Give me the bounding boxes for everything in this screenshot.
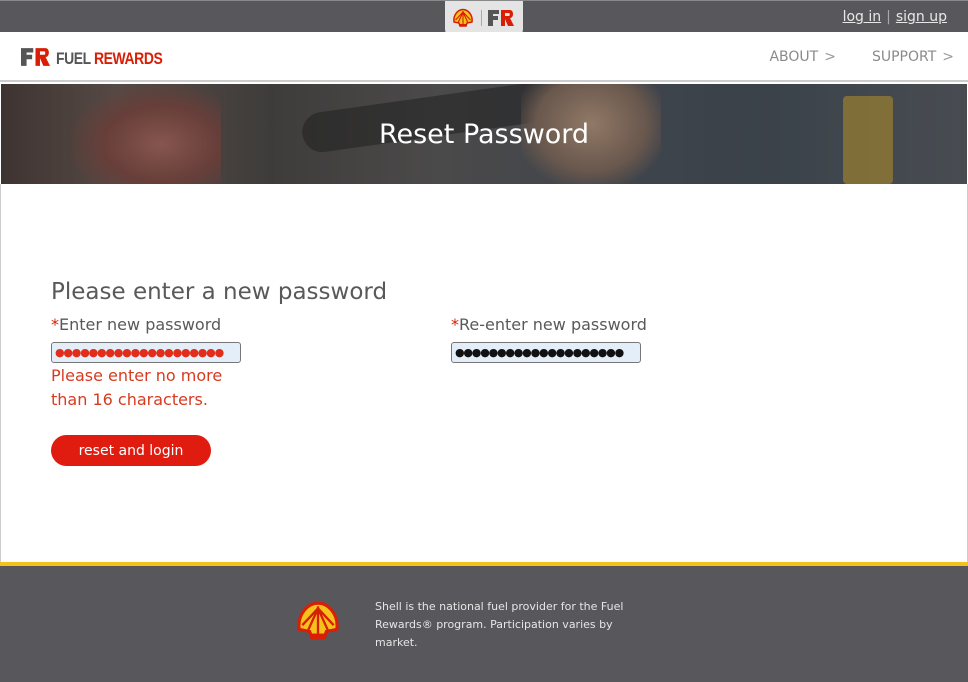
top-bar: log in | sign up	[0, 0, 968, 39]
shell-logo-icon	[295, 600, 341, 646]
chevron-right-icon: >	[824, 49, 836, 65]
confirm-password-label: *Re-enter new password	[451, 315, 647, 334]
required-marker: *	[451, 315, 459, 334]
new-password-input[interactable]: ●●●●●●●●●●●●●●●●●●●●	[51, 342, 241, 363]
footer: Shell is the national fuel provider for …	[0, 566, 968, 682]
nav-support[interactable]: SUPPORT >	[872, 49, 954, 65]
confirm-password-label-text: Re-enter new password	[459, 315, 647, 334]
account-links: log in | sign up	[843, 9, 947, 25]
link-separator: |	[886, 9, 891, 25]
form-title: Please enter a new password	[51, 279, 388, 305]
logo-rewards-text: REWARDS	[93, 49, 163, 68]
signup-link[interactable]: sign up	[896, 9, 947, 25]
page-title: Reset Password	[378, 119, 590, 150]
nav-links: ABOUT > SUPPORT >	[769, 49, 954, 65]
chevron-right-icon: >	[942, 49, 954, 65]
reset-and-login-button[interactable]: reset and login	[51, 435, 211, 466]
confirm-password-input[interactable]: ●●●●●●●●●●●●●●●●●●●●	[451, 342, 641, 363]
login-link[interactable]: log in	[843, 9, 882, 25]
nav-about-label: ABOUT	[769, 49, 819, 65]
new-password-label: *Enter new password	[51, 315, 221, 334]
main-nav: FUEL REWARDS ABOUT > SUPPORT >	[0, 32, 968, 82]
required-marker: *	[51, 315, 59, 334]
new-password-label-text: Enter new password	[59, 315, 222, 334]
hero-banner: Reset Password	[1, 84, 967, 184]
new-password-error: Please enter no more than 16 characters.	[51, 366, 223, 409]
logo-fuel-text: FUEL	[56, 49, 91, 68]
fuel-rewards-logo[interactable]: FUEL REWARDS	[21, 48, 186, 70]
content-border-left	[0, 184, 1, 562]
fuel-rewards-logo-icon[interactable]	[488, 10, 514, 30]
footer-text: Shell is the national fuel provider for …	[375, 600, 624, 649]
brand-separator	[481, 10, 482, 26]
logo-wordmark: FUEL REWARDS	[56, 49, 163, 69]
nav-support-label: SUPPORT	[871, 49, 937, 65]
shell-logo-icon[interactable]	[452, 8, 474, 32]
fuel-rewards-logo-icon	[21, 48, 50, 70]
nav-about[interactable]: ABOUT >	[769, 49, 836, 65]
